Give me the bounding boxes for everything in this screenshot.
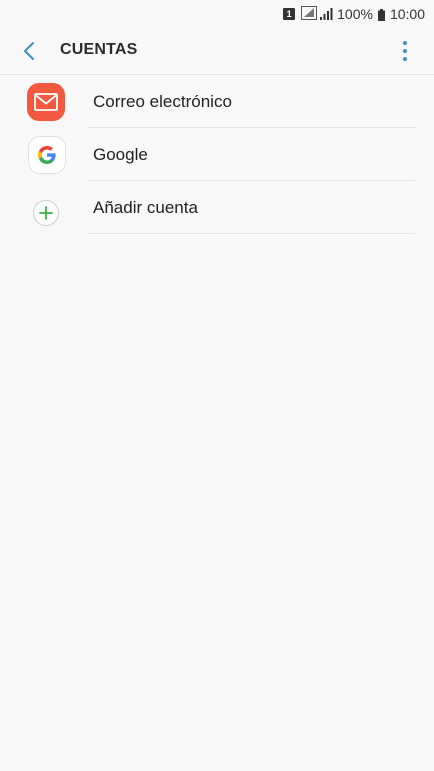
account-list: Correo electrónico Google Añadir cuenta [0, 75, 434, 234]
clock: 10:00 [389, 6, 425, 22]
email-icon [27, 83, 65, 121]
google-icon [28, 136, 66, 174]
sim-icon: 1 [283, 8, 296, 20]
list-item-google[interactable]: Google [0, 128, 434, 181]
page-title: CUENTAS [60, 41, 138, 58]
signal-icon [320, 6, 334, 23]
list-item-label: Google [93, 145, 148, 164]
more-vert-icon-dot [403, 49, 407, 53]
battery-percent: 100% [337, 6, 373, 22]
list-item-email[interactable]: Correo electrónico [0, 75, 434, 128]
divider [87, 233, 415, 234]
back-button[interactable] [16, 38, 42, 64]
list-item-add-account[interactable]: Añadir cuenta [0, 181, 434, 234]
list-item-label: Correo electrónico [93, 92, 232, 111]
no-signal-icon [301, 5, 318, 23]
list-item-label: Añadir cuenta [93, 198, 198, 217]
status-bar: 1 100% 10:00 [0, 0, 434, 28]
chevron-left-icon [24, 42, 34, 60]
more-vert-icon-dot [403, 57, 407, 61]
more-vert-icon [403, 41, 407, 45]
app-bar: CUENTAS [0, 28, 434, 74]
screen: 1 100% 10:00 CUENTAS Correo electrónico … [0, 0, 434, 771]
status-icons: 1 100% 10:00 [283, 5, 425, 23]
add-icon [33, 200, 59, 226]
more-options-button[interactable] [398, 39, 412, 63]
battery-icon [377, 8, 385, 21]
